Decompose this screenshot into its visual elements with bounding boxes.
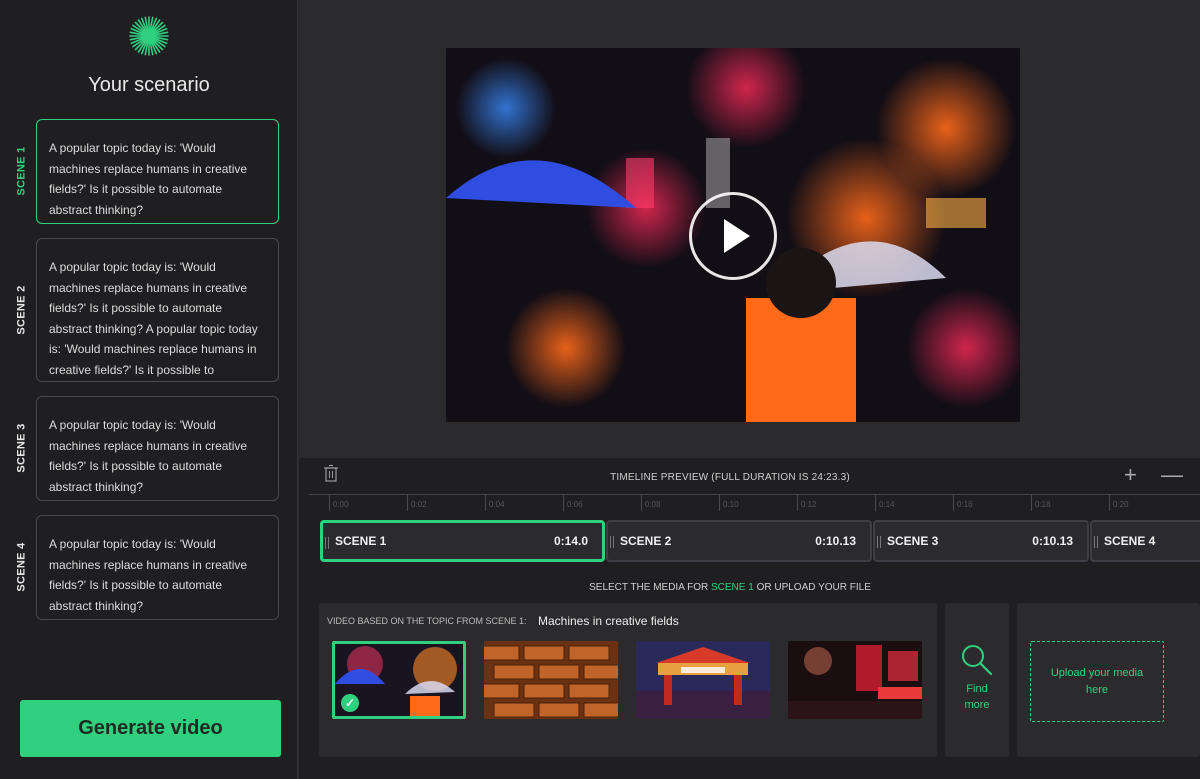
clip-name: SCENE 3 bbox=[887, 534, 939, 548]
zoom-out-button[interactable]: — bbox=[1161, 464, 1183, 486]
scene-2-label[interactable]: SCENE 2 bbox=[8, 238, 36, 381]
media-thumbnail[interactable] bbox=[636, 641, 770, 719]
boxes-image bbox=[484, 641, 618, 719]
temple-gate-image bbox=[636, 641, 770, 719]
scene-4-text[interactable]: A popular topic today is: 'Would machine… bbox=[36, 515, 279, 620]
scene-4-label[interactable]: SCENE 4 bbox=[8, 515, 36, 619]
search-icon bbox=[962, 645, 993, 676]
generate-video-button[interactable]: Generate video bbox=[20, 700, 281, 757]
media-panel-label: VIDEO BASED ON THE TOPIC FROM SCENE 1: bbox=[327, 616, 527, 626]
clip-name: SCENE 4 bbox=[1104, 534, 1156, 548]
media-topic: Machines in creative fields bbox=[538, 614, 679, 628]
selected-scene-name: SCENE 1 bbox=[711, 582, 754, 593]
media-thumbnail[interactable]: ✓ bbox=[332, 641, 466, 719]
clip-drag-handle[interactable] bbox=[610, 536, 614, 548]
ruler-tick: 0:04 bbox=[485, 495, 505, 511]
clip-duration: 0:14.0 bbox=[553, 534, 588, 548]
media-thumbnail[interactable] bbox=[484, 641, 618, 719]
clip-drag-handle[interactable] bbox=[877, 536, 881, 548]
clip-name: SCENE 1 bbox=[335, 534, 387, 548]
scene-1-text[interactable]: A popular topic today is: 'Would machine… bbox=[36, 119, 279, 224]
ruler-tick: 0:06 bbox=[563, 495, 583, 511]
ruler-tick: 0:10 bbox=[719, 495, 739, 511]
upload-panel: Upload your media here bbox=[1017, 603, 1200, 757]
scene-2-text[interactable]: A popular topic today is: 'Would machine… bbox=[36, 238, 279, 382]
ruler-tick: 0:12 bbox=[797, 495, 817, 511]
timeline-title: TIMELINE PREVIEW (FULL DURATION IS 24:23… bbox=[610, 472, 850, 483]
night-street-image bbox=[788, 641, 922, 719]
clip-name: SCENE 2 bbox=[620, 534, 672, 548]
clip-duration: 0:10.13 bbox=[1032, 534, 1073, 548]
ruler-tick: 0:20 bbox=[1109, 495, 1129, 511]
ruler-tick: 0:14 bbox=[875, 495, 895, 511]
media-suggestions-panel: VIDEO BASED ON THE TOPIC FROM SCENE 1: M… bbox=[319, 603, 937, 757]
timeline-clip-scene-4[interactable]: SCENE 4 bbox=[1090, 520, 1200, 562]
selected-check-icon: ✓ bbox=[341, 694, 359, 712]
ruler-tick: 0:16 bbox=[953, 495, 973, 511]
media-thumbnail[interactable] bbox=[788, 641, 922, 719]
timeline-panel: TIMELINE PREVIEW (FULL DURATION IS 24:23… bbox=[299, 458, 1200, 779]
zoom-in-button[interactable]: + bbox=[1124, 464, 1137, 486]
app: Your scenario SCENE 1 A popular topic to… bbox=[0, 0, 1200, 779]
scenario-title: Your scenario bbox=[88, 74, 210, 96]
ruler-tick: 0:00 bbox=[329, 495, 349, 511]
scene-3-text[interactable]: A popular topic today is: 'Would machine… bbox=[36, 396, 279, 501]
scene-1-label[interactable]: SCENE 1 bbox=[8, 119, 36, 223]
timeline-clip-scene-3[interactable]: SCENE 3 0:10.13 bbox=[873, 520, 1089, 562]
clip-drag-handle[interactable] bbox=[1094, 536, 1098, 548]
play-button[interactable] bbox=[689, 192, 777, 280]
clip-duration: 0:10.13 bbox=[815, 534, 856, 548]
find-more-button[interactable]: Find more bbox=[945, 603, 1009, 757]
timeline-clip-scene-2[interactable]: SCENE 2 0:10.13 bbox=[606, 520, 872, 562]
logo-icon bbox=[129, 16, 169, 56]
scene-3-label[interactable]: SCENE 3 bbox=[8, 396, 36, 500]
media-select-instruction: SELECT THE MEDIA FOR SCENE 1 OR UPLOAD Y… bbox=[589, 582, 871, 593]
ruler-tick: 0:18 bbox=[1031, 495, 1051, 511]
ruler-tick: 0:08 bbox=[641, 495, 661, 511]
timeline-ruler[interactable]: 0:00 0:02 0:04 0:06 0:08 0:10 0:12 0:14 … bbox=[309, 494, 1200, 516]
clip-drag-handle[interactable] bbox=[325, 537, 329, 549]
ruler-tick: 0:02 bbox=[407, 495, 427, 511]
find-more-label: Find more bbox=[964, 683, 990, 711]
upload-media-dropzone[interactable]: Upload your media here bbox=[1030, 641, 1164, 722]
timeline-clip-scene-1[interactable]: SCENE 1 0:14.0 bbox=[320, 520, 605, 562]
scenario-sidebar: Your scenario SCENE 1 A popular topic to… bbox=[0, 0, 298, 779]
